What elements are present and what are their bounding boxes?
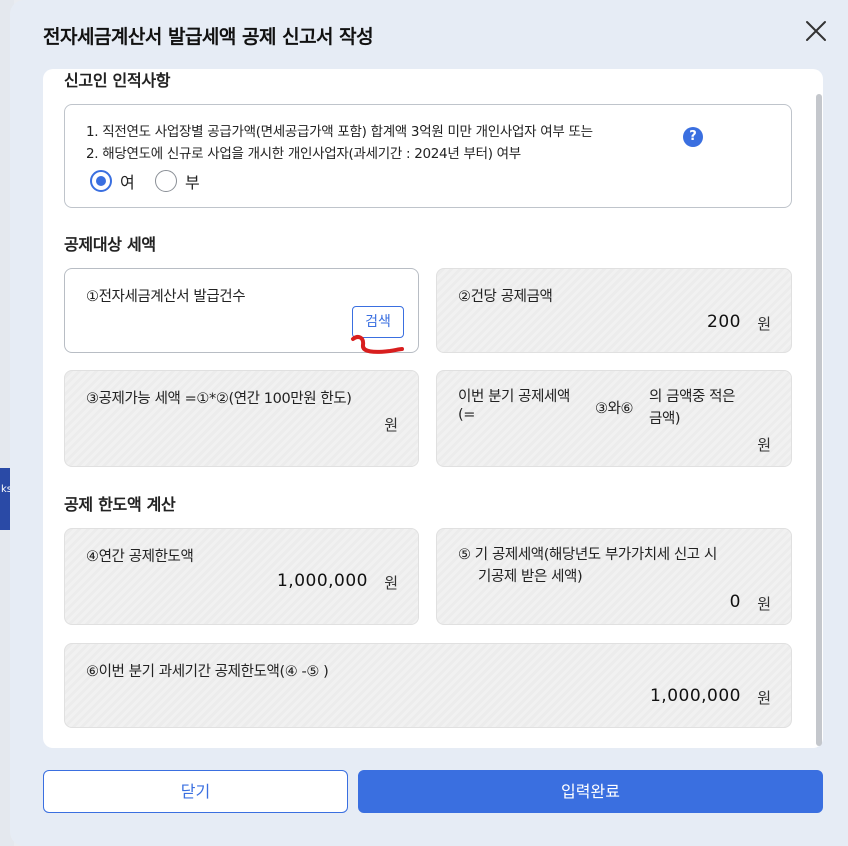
prior-deduction-unit: 원 bbox=[757, 595, 771, 613]
quarter-deduction-label-d: 의 금액중 적은 bbox=[649, 389, 736, 405]
card-issued-count-label: ①전자세금계산서 발급건수 bbox=[86, 289, 246, 305]
card-annual-limit: ④연간 공제한도액 1,000,000 원 bbox=[64, 528, 419, 625]
card-quarter-limit: ⑥이번 분기 과세기간 공제한도액(④ -⑤ ) 1,000,000 원 bbox=[64, 643, 792, 728]
scrollbar-thumb[interactable] bbox=[816, 94, 822, 746]
quarter-deduction-label-a: 이번 분기 공제세액 bbox=[458, 389, 570, 405]
per-item-amount-unit: 원 bbox=[757, 315, 771, 333]
card-annual-limit-label: ④연간 공제한도액 bbox=[86, 549, 194, 565]
modal-content: 신고인 인적사항 1. 직전연도 사업장별 공급가액(면세공급가액 포함) 합계… bbox=[43, 69, 823, 748]
reporter-info-box: 1. 직전연도 사업장별 공급가액(면세공급가액 포함) 합계액 3억원 미만 … bbox=[64, 104, 792, 208]
section-title-target: 공제대상 세액 bbox=[64, 235, 156, 254]
modal-title: 전자세금계산서 발급세액 공제 신고서 작성 bbox=[43, 26, 374, 48]
quarter-limit-value: 1,000,000 bbox=[649, 686, 741, 706]
annual-limit-value: 1,000,000 bbox=[276, 571, 368, 591]
deduction-report-modal: 전자세금계산서 발급세액 공제 신고서 작성 신고인 인적사항 1. 직전연도 … bbox=[10, 0, 848, 846]
content-scrollbar[interactable] bbox=[815, 90, 823, 748]
radio-yes-circle bbox=[90, 170, 112, 192]
submit-button[interactable]: 입력완료 bbox=[358, 770, 823, 813]
quarter-limit-unit: 원 bbox=[757, 689, 771, 707]
quarter-deduction-label-c: ③와⑥ bbox=[595, 401, 634, 417]
card-prior-deduction: ⑤ 기 공제세액(해당년도 부가가치세 신고 시 기공제 받은 세액) 0 원 bbox=[436, 528, 792, 625]
section-title-limit: 공제 한도액 계산 bbox=[64, 495, 176, 514]
radio-yes[interactable]: 여 bbox=[90, 169, 135, 193]
deductible-tax-unit: 원 bbox=[384, 416, 398, 434]
quarter-deduction-label-e: 금액) bbox=[649, 411, 681, 427]
radio-no[interactable]: 부 bbox=[155, 169, 200, 193]
card-deductible-tax: ③공제가능 세액 =①*②(연간 100만원 한도) 원 bbox=[64, 370, 419, 467]
help-icon[interactable]: ? bbox=[683, 127, 703, 147]
quarter-deduction-unit: 원 bbox=[757, 436, 771, 454]
radio-no-label: 부 bbox=[185, 173, 200, 192]
annual-limit-unit: 원 bbox=[384, 574, 398, 592]
red-annotation-stroke bbox=[351, 335, 404, 354]
card-per-item-amount-label: ②건당 공제금액 bbox=[458, 289, 553, 305]
card-quarter-limit-label: ⑥이번 분기 과세기간 공제한도액(④ -⑤ ) bbox=[86, 664, 329, 680]
radio-yes-label: 여 bbox=[120, 173, 135, 192]
prior-deduction-label-b: 기공제 받은 세액) bbox=[478, 569, 583, 585]
radio-no-circle bbox=[155, 170, 177, 192]
card-quarter-deduction: 이번 분기 공제세액 (= ③와⑥ 의 금액중 적은 금액) 원 bbox=[436, 370, 792, 467]
prior-deduction-value: 0 bbox=[729, 592, 741, 612]
quarter-deduction-label-b: (= bbox=[458, 407, 476, 423]
eligibility-line-1: 1. 직전연도 사업장별 공급가액(면세공급가액 포함) 합계액 3억원 미만 … bbox=[86, 124, 593, 140]
close-icon[interactable] bbox=[803, 18, 829, 44]
per-item-amount-value: 200 bbox=[707, 312, 741, 332]
eligibility-line-2: 2. 해당연도에 신규로 사업을 개시한 개인사업자(과세기간 : 2024년 … bbox=[86, 146, 521, 162]
card-deductible-tax-label: ③공제가능 세액 =①*②(연간 100만원 한도) bbox=[86, 391, 352, 407]
prior-deduction-label-a: ⑤ 기 공제세액(해당년도 부가가치세 신고 시 bbox=[458, 547, 717, 563]
close-button[interactable]: 닫기 bbox=[43, 770, 348, 813]
card-per-item-amount: ②건당 공제금액 200 원 bbox=[436, 268, 792, 353]
section-title-reporter: 신고인 인적사항 bbox=[64, 71, 171, 90]
